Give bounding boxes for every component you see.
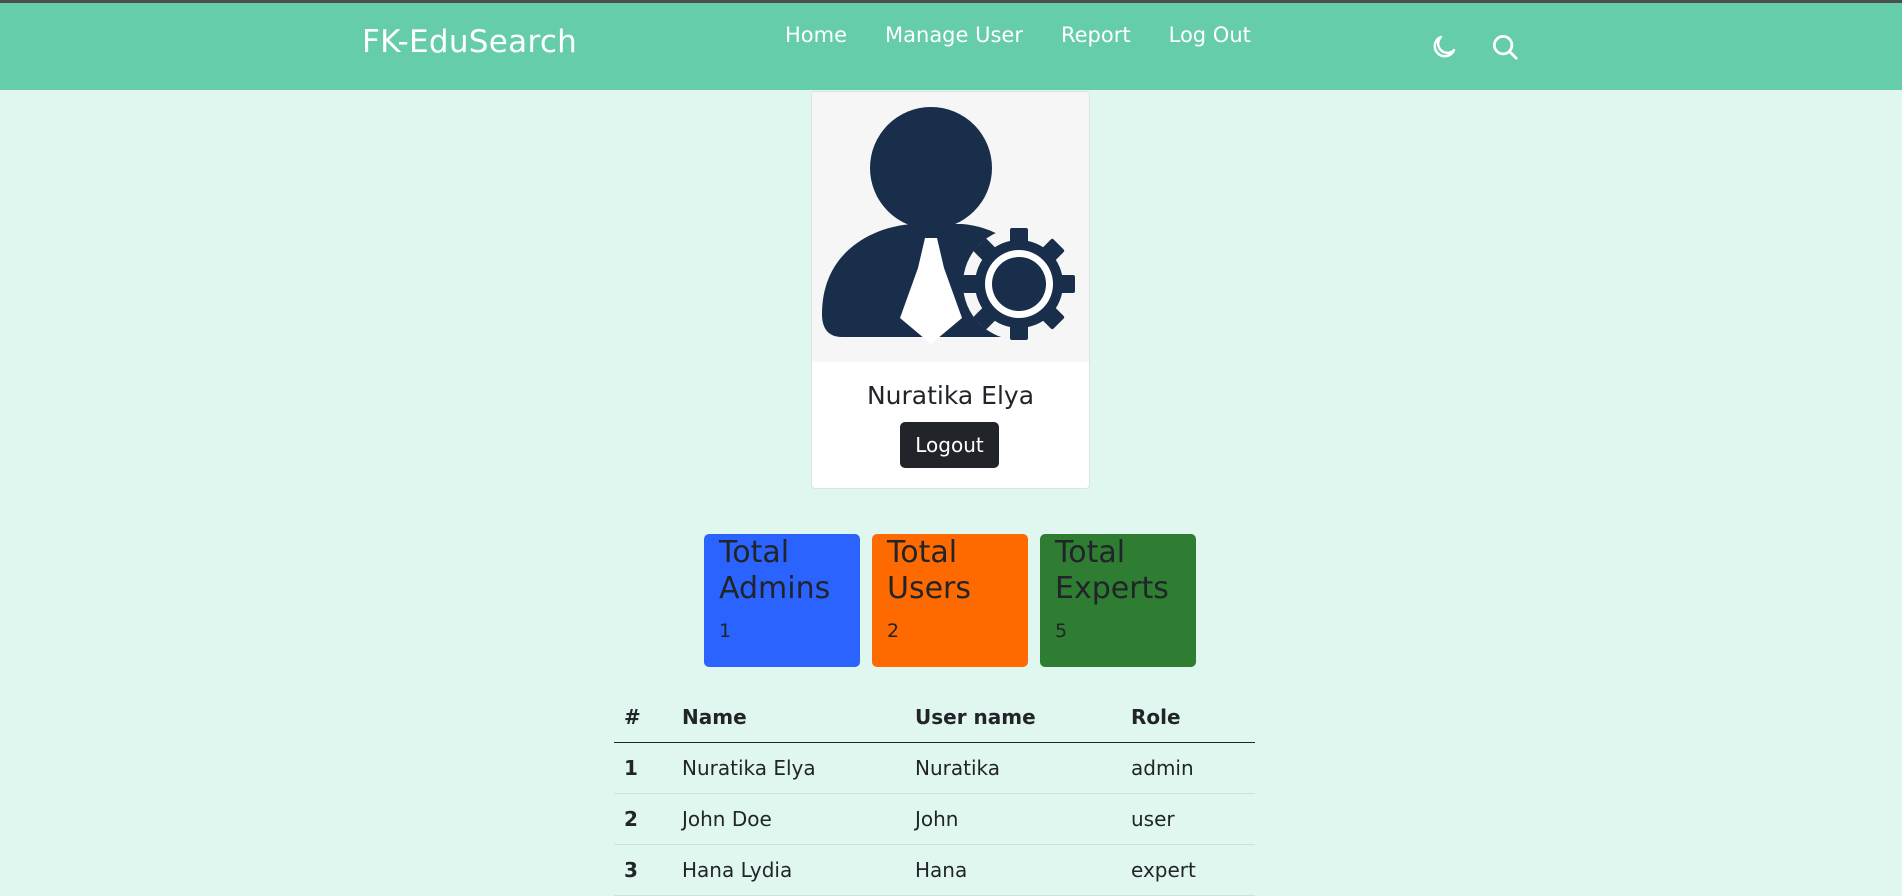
column-header-role: Role bbox=[1121, 692, 1255, 743]
stat-title-line1: Total bbox=[887, 535, 958, 570]
nav-link-report[interactable]: Report bbox=[1061, 23, 1131, 47]
stat-title-line1: Total bbox=[719, 535, 790, 570]
table-row: 2 John Doe John user bbox=[614, 793, 1255, 845]
nav-link-manage-user[interactable]: Manage User bbox=[885, 23, 1023, 47]
stat-title: Total Users bbox=[887, 535, 1028, 607]
cell-index: 2 bbox=[614, 793, 672, 845]
cell-name: John Doe bbox=[672, 793, 905, 845]
stat-value: 5 bbox=[1055, 620, 1068, 642]
column-header-index: # bbox=[614, 692, 672, 743]
stat-card-total-users: Total Users 2 bbox=[872, 534, 1028, 667]
cell-name: Hana Lydia bbox=[672, 844, 905, 896]
cell-role: user bbox=[1121, 793, 1255, 845]
stat-title-line1: Total bbox=[1055, 535, 1126, 570]
users-table: # Name User name Role 1 Nuratika Elya Nu… bbox=[614, 692, 1255, 896]
column-header-name: Name bbox=[672, 692, 905, 743]
table-row: 3 Hana Lydia Hana expert bbox=[614, 844, 1255, 896]
column-header-username: User name bbox=[905, 692, 1121, 743]
moon-icon[interactable] bbox=[1429, 32, 1459, 62]
cell-role: admin bbox=[1121, 742, 1255, 794]
stat-title-line2: Admins bbox=[719, 571, 831, 606]
profile-name: Nuratika Elya bbox=[866, 381, 1035, 410]
nav-links: Home Manage User Report Log Out bbox=[785, 23, 1289, 47]
stat-title-line2: Users bbox=[887, 571, 972, 606]
stat-title-line2: Experts bbox=[1055, 571, 1169, 606]
table-header-row: # Name User name Role bbox=[614, 692, 1255, 743]
nav-link-log-out[interactable]: Log Out bbox=[1169, 23, 1251, 47]
cell-index: 3 bbox=[614, 844, 672, 896]
nav-link-home[interactable]: Home bbox=[785, 23, 847, 47]
stat-value: 2 bbox=[887, 620, 900, 642]
stat-card-total-experts: Total Experts 5 bbox=[1040, 534, 1196, 667]
admin-user-gear-icon bbox=[812, 92, 1089, 362]
stat-card-total-admins: Total Admins 1 bbox=[704, 534, 860, 667]
cell-role: expert bbox=[1121, 844, 1255, 896]
brand-logo[interactable]: FK-EduSearch bbox=[362, 24, 577, 60]
cell-index: 1 bbox=[614, 742, 672, 794]
cell-name: Nuratika Elya bbox=[672, 742, 905, 794]
table-row: 1 Nuratika Elya Nuratika admin bbox=[614, 742, 1255, 794]
logout-button[interactable]: Logout bbox=[900, 422, 999, 468]
cell-username: Nuratika bbox=[905, 742, 1121, 794]
stat-value: 1 bbox=[719, 620, 732, 642]
stat-title: Total Admins bbox=[719, 535, 860, 607]
profile-card: Nuratika Elya Logout bbox=[811, 91, 1090, 489]
search-icon[interactable] bbox=[1490, 32, 1520, 62]
cell-username: Hana bbox=[905, 844, 1121, 896]
navbar: FK-EduSearch Home Manage User Report Log… bbox=[0, 3, 1902, 90]
cell-username: John bbox=[905, 793, 1121, 845]
stat-title: Total Experts bbox=[1055, 535, 1196, 607]
